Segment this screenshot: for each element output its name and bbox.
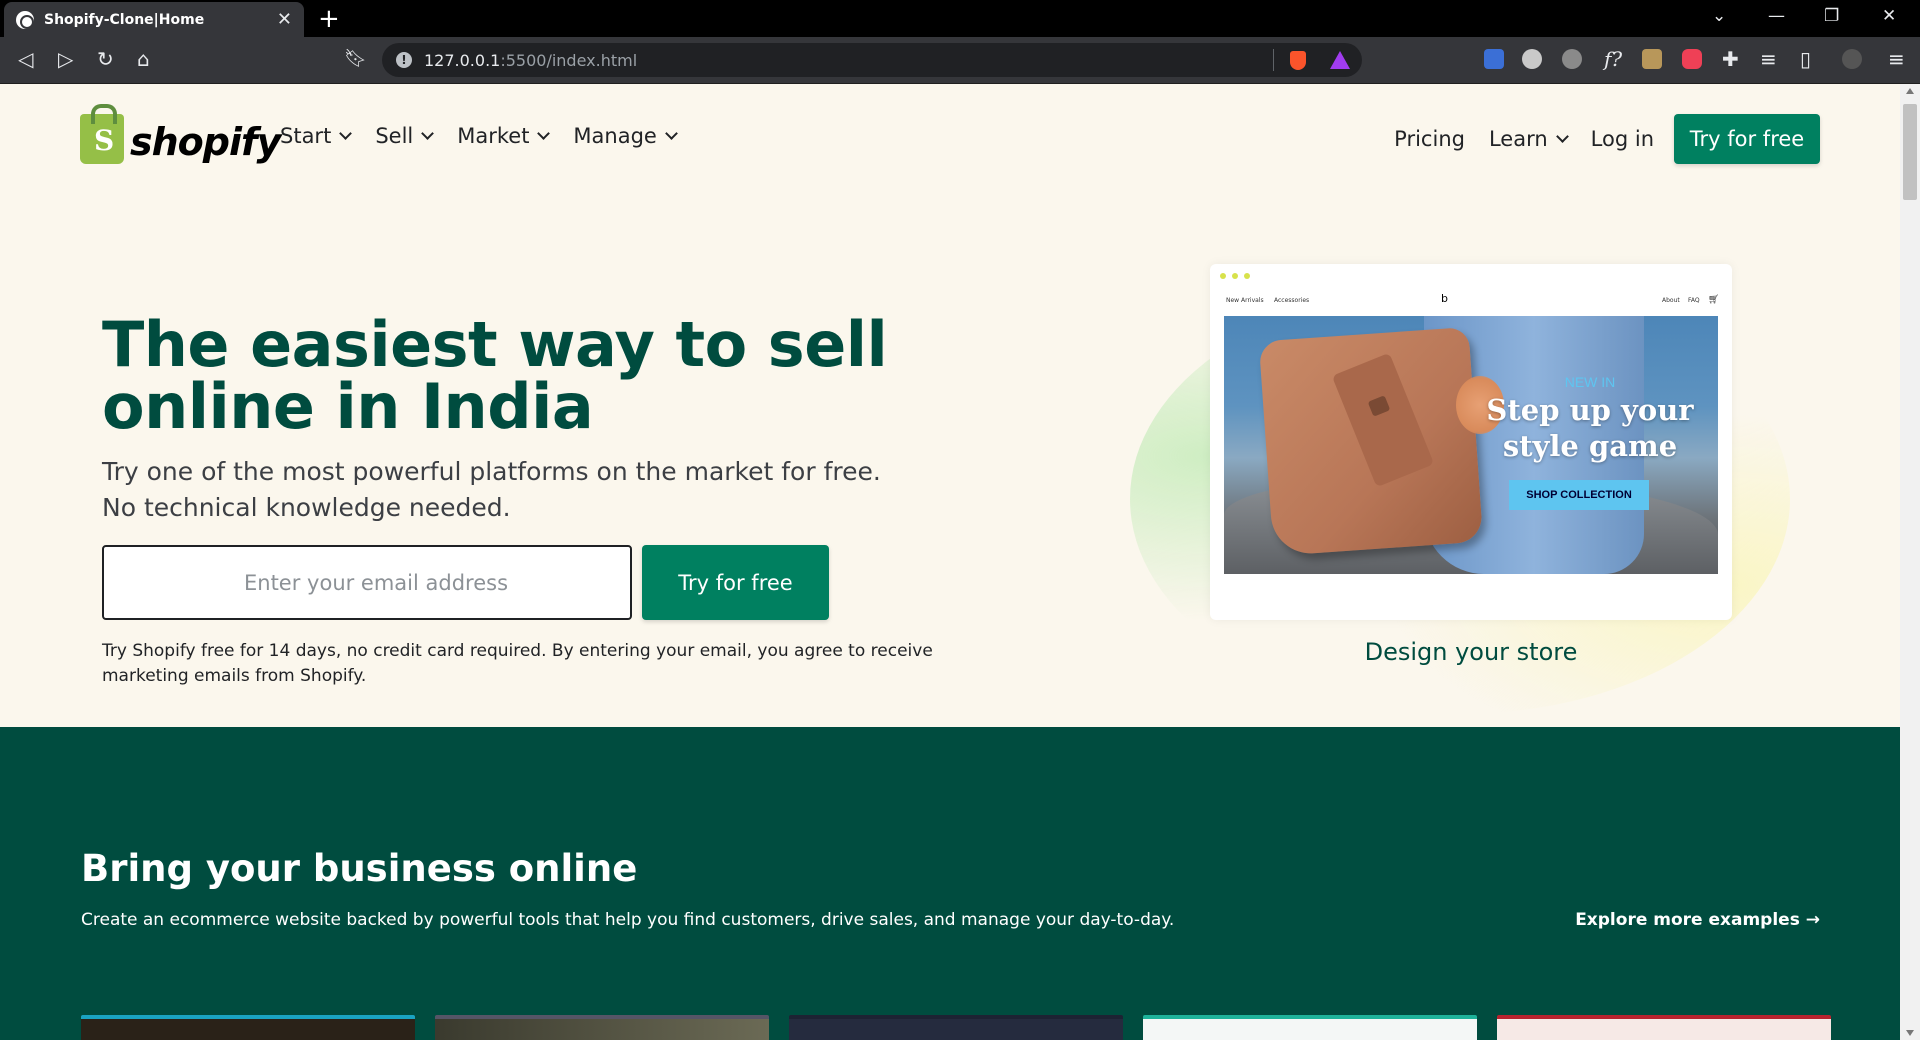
chevron-down-icon bbox=[1555, 129, 1569, 143]
nav-learn[interactable]: Learn bbox=[1488, 127, 1569, 151]
reload-icon[interactable]: ↻ bbox=[97, 47, 114, 71]
mockup-nav-faq: FAQ bbox=[1688, 297, 1700, 304]
header-try-free-button[interactable]: Try for free bbox=[1674, 114, 1820, 164]
pocket-icon[interactable] bbox=[1682, 49, 1702, 69]
mockup-shop-collection-button: SHOP COLLECTION bbox=[1509, 480, 1649, 510]
puzzle-icon[interactable]: ✚ bbox=[1722, 47, 1739, 71]
mockup-headline: Step up your style game bbox=[1486, 393, 1694, 463]
mockup-hero-image: NEW IN Step up your style game SHOP COLL… bbox=[1224, 316, 1718, 574]
business-description: Create an ecommerce website backed by po… bbox=[81, 910, 1175, 930]
browser-tabbar: Shopify-Clone|Home ✕ + ⌄ — ❐ ✕ bbox=[0, 0, 1920, 37]
sidebar-icon[interactable]: ▯ bbox=[1800, 47, 1811, 71]
site-header: shopify Start Sell Market Manage Pricing… bbox=[0, 84, 1900, 184]
forward-icon[interactable]: ▷ bbox=[58, 47, 73, 71]
back-icon[interactable]: ◁ bbox=[18, 47, 33, 71]
hero-title: The easiest way to sell online in India bbox=[102, 308, 888, 443]
secondary-nav: Pricing Learn Log in Try for free bbox=[1394, 114, 1900, 164]
extension-glasses-icon[interactable] bbox=[1522, 49, 1542, 69]
close-window-icon[interactable]: ✕ bbox=[1882, 6, 1896, 26]
mockup-dot bbox=[1220, 273, 1226, 279]
browser-toolbar: ◁ ▷ ↻ ⌂ 🔖︎ ! 127.0.0.1:5500/index.html f… bbox=[0, 37, 1920, 84]
example-store-thumbnail[interactable] bbox=[1497, 1015, 1831, 1040]
media-control-icon[interactable]: ≡ bbox=[1760, 47, 1777, 71]
example-store-thumbnail[interactable] bbox=[81, 1015, 415, 1040]
browser-tab-active[interactable]: Shopify-Clone|Home ✕ bbox=[4, 2, 304, 37]
mockup-caption: Design your store bbox=[1364, 638, 1578, 666]
hero-subtitle: Try one of the most powerful platforms o… bbox=[102, 454, 902, 526]
hero-disclaimer: Try Shopify free for 14 days, no credit … bbox=[102, 641, 933, 686]
page-viewport: shopify Start Sell Market Manage Pricing… bbox=[0, 84, 1900, 1040]
tab-title: Shopify-Clone|Home bbox=[44, 11, 205, 28]
mockup-dot bbox=[1244, 273, 1250, 279]
cart-icon: 🛒︎ bbox=[1708, 295, 1720, 305]
mockup-nav-accessories: Accessories bbox=[1274, 297, 1310, 304]
url-host: 127.0.0.1 bbox=[424, 50, 501, 70]
mockup-nav-about: About bbox=[1662, 297, 1680, 304]
nav-learn-label: Learn bbox=[1488, 127, 1548, 151]
page-scrollbar[interactable] bbox=[1900, 84, 1920, 1040]
bookmark-icon[interactable]: 🔖︎ bbox=[344, 47, 367, 71]
close-tab-icon[interactable]: ✕ bbox=[277, 9, 292, 30]
extension-dark-icon[interactable] bbox=[1562, 49, 1582, 69]
brave-shield-icon[interactable] bbox=[1290, 51, 1306, 70]
profile-avatar[interactable] bbox=[1842, 49, 1862, 69]
nav-sell-label: Sell bbox=[375, 124, 414, 148]
tab-search-icon[interactable]: ⌄ bbox=[1712, 6, 1726, 26]
example-store-thumbnail[interactable] bbox=[1143, 1015, 1477, 1040]
chevron-down-icon bbox=[421, 126, 435, 140]
site-info-icon[interactable]: ! bbox=[396, 52, 412, 68]
chevron-down-icon bbox=[537, 126, 551, 140]
nav-login[interactable]: Log in bbox=[1591, 127, 1654, 151]
mockup-logo: b bbox=[1441, 292, 1448, 305]
example-store-thumbnail[interactable] bbox=[789, 1015, 1123, 1040]
email-input[interactable] bbox=[102, 545, 632, 620]
nav-manage-label: Manage bbox=[573, 124, 657, 148]
store-mockup: New Arrivals Accessories b About FAQ 🛒︎ … bbox=[1210, 264, 1732, 620]
nav-market-label: Market bbox=[457, 124, 530, 148]
url-text: 127.0.0.1:5500/index.html bbox=[424, 51, 637, 70]
extension-pen-icon[interactable] bbox=[1642, 49, 1662, 69]
minimize-icon[interactable]: — bbox=[1768, 6, 1785, 26]
extension-translate-icon[interactable] bbox=[1484, 49, 1504, 69]
nav-start[interactable]: Start bbox=[280, 124, 353, 148]
nav-manage[interactable]: Manage bbox=[573, 124, 678, 148]
restore-icon[interactable]: ❐ bbox=[1824, 6, 1839, 26]
scroll-down-icon[interactable] bbox=[1906, 1030, 1914, 1036]
chevron-down-icon bbox=[339, 126, 353, 140]
scroll-thumb[interactable] bbox=[1903, 104, 1917, 200]
url-path: :5500/index.html bbox=[500, 50, 638, 70]
extension-font-icon[interactable]: f? bbox=[1604, 47, 1622, 71]
home-icon[interactable]: ⌂ bbox=[137, 47, 150, 71]
nav-market[interactable]: Market bbox=[457, 124, 551, 148]
hero-try-free-button[interactable]: Try for free bbox=[642, 545, 829, 620]
shopify-logo[interactable]: shopify bbox=[80, 104, 281, 164]
brave-rewards-icon[interactable] bbox=[1330, 51, 1350, 69]
nav-sell[interactable]: Sell bbox=[375, 124, 435, 148]
business-section: Bring your business online Create an eco… bbox=[0, 727, 1900, 1040]
shopify-bag-icon bbox=[80, 104, 124, 164]
hero-subtitle-line2: No technical knowledge needed. bbox=[102, 493, 511, 522]
explore-examples-link[interactable]: Explore more examples → bbox=[1575, 910, 1820, 930]
main-nav: Start Sell Market Manage bbox=[280, 124, 678, 148]
menu-icon[interactable]: ≡ bbox=[1888, 47, 1905, 71]
globe-icon bbox=[16, 10, 34, 29]
nav-start-label: Start bbox=[280, 124, 332, 148]
mockup-dot bbox=[1232, 273, 1238, 279]
business-title: Bring your business online bbox=[81, 847, 638, 890]
address-bar[interactable]: ! 127.0.0.1:5500/index.html bbox=[382, 43, 1362, 77]
example-store-thumbnail[interactable] bbox=[435, 1015, 769, 1040]
mockup-nav-new-arrivals: New Arrivals bbox=[1226, 297, 1264, 304]
logo-text: shopify bbox=[130, 120, 281, 164]
hero-subtitle-line1: Try one of the most powerful platforms o… bbox=[102, 457, 881, 486]
omnibox-divider bbox=[1273, 49, 1274, 71]
chevron-down-icon bbox=[664, 126, 678, 140]
new-tab-icon[interactable]: + bbox=[318, 4, 340, 34]
scroll-up-icon[interactable] bbox=[1906, 88, 1914, 94]
nav-pricing[interactable]: Pricing bbox=[1394, 127, 1465, 151]
mockup-new-in: NEW IN bbox=[1564, 374, 1616, 390]
